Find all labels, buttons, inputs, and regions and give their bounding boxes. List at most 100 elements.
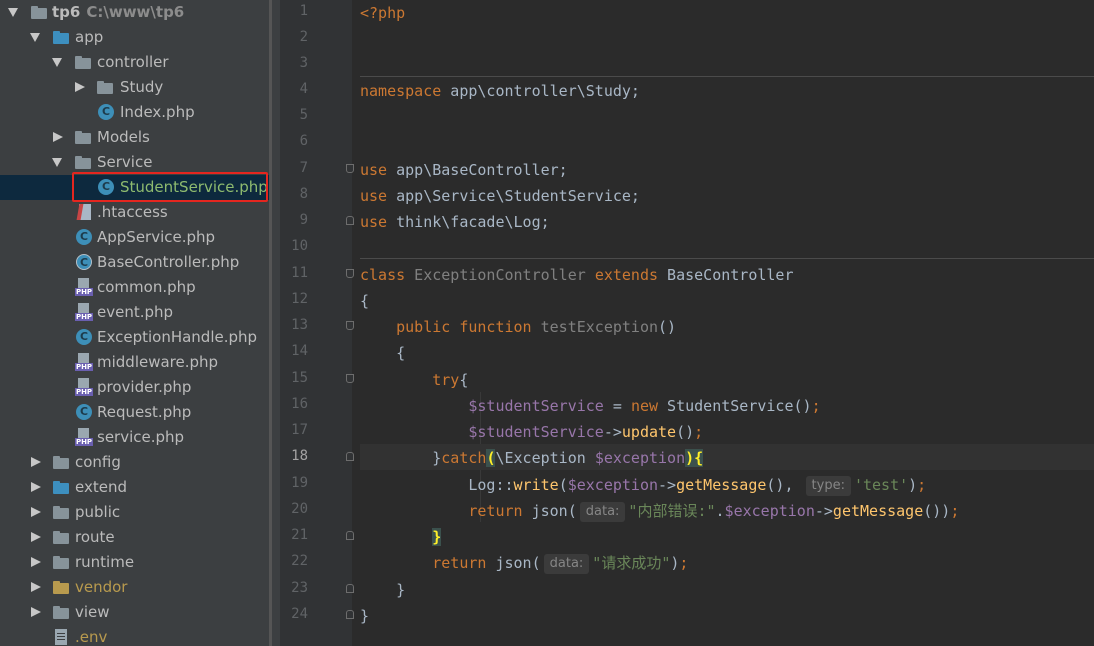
tree-item-common-php[interactable]: common.php	[0, 275, 272, 300]
chevron-right-icon[interactable]	[31, 582, 41, 592]
chevron-right-icon[interactable]	[53, 132, 63, 142]
tree-item-public[interactable]: public	[0, 500, 272, 525]
folder-icon	[52, 528, 70, 546]
tree-item-label: AppService.php	[97, 228, 216, 246]
code-text: app\BaseController;	[387, 161, 568, 179]
chevron-right-icon[interactable]	[31, 507, 41, 517]
tree-item-label: public	[75, 503, 121, 521]
code-line-4: namespace app\controller\Study;	[360, 78, 1094, 104]
chevron-down-icon[interactable]	[52, 58, 62, 67]
code-line-18: }catch(\Exception $exception){	[360, 445, 1094, 471]
code-line-21: }	[360, 524, 1094, 550]
tree-item-label: app	[75, 28, 104, 46]
method-call: getMessage	[676, 476, 767, 494]
line-number: 19	[291, 475, 308, 491]
line-number: 17	[291, 422, 308, 438]
fold-marker-icon[interactable]	[346, 374, 354, 383]
line-number: 24	[291, 606, 308, 622]
abstract-class-icon: C	[76, 254, 92, 270]
keyword: return	[468, 502, 523, 520]
tree-item-label: route	[75, 528, 115, 546]
chevron-right-icon[interactable]	[31, 482, 41, 492]
fold-marker-icon[interactable]	[346, 610, 354, 619]
chevron-right-icon[interactable]	[31, 532, 41, 542]
tree-item-extend[interactable]: extend	[0, 475, 272, 500]
keyword: public function	[396, 318, 532, 336]
chevron-down-icon[interactable]	[52, 158, 62, 167]
tree-item-controller[interactable]: controller	[0, 50, 272, 75]
code-line-9: use think\facade\Log;	[360, 209, 1094, 235]
tree-item-route[interactable]: route	[0, 525, 272, 550]
code-text: ->	[814, 502, 833, 520]
fold-marker-icon[interactable]	[346, 216, 354, 225]
chevron-down-icon[interactable]	[8, 8, 18, 17]
tree-item-study[interactable]: Study	[0, 75, 272, 100]
code-line-11: class ExceptionController extends BaseCo…	[360, 262, 1094, 288]
tree-item-app[interactable]: app	[0, 25, 272, 50]
tree-item-appservice-php[interactable]: C AppService.php	[0, 225, 272, 250]
tree-item-view[interactable]: view	[0, 600, 272, 625]
code-line-20: return json(data: "内部错误:".$exception->get…	[360, 498, 1094, 524]
php-file-icon	[75, 353, 93, 371]
tree-item-exceptionhandle-php[interactable]: C ExceptionHandle.php	[0, 325, 272, 350]
panel-scrollbar[interactable]	[272, 0, 280, 646]
chevron-right-icon[interactable]	[31, 457, 41, 467]
tree-item-event-php[interactable]: event.php	[0, 300, 272, 325]
code-line-17: $studentService->update();	[360, 419, 1094, 445]
tree-root-label: tp6	[52, 3, 81, 21]
tree-item-htaccess[interactable]: .htaccess	[0, 200, 272, 225]
line-number: 12	[291, 291, 308, 307]
chevron-right-icon[interactable]	[31, 607, 41, 617]
variable: $exception	[567, 476, 659, 494]
tree-item-runtime[interactable]: runtime	[0, 550, 272, 575]
code-line-12: {	[360, 288, 1094, 314]
fold-marker-icon[interactable]	[346, 321, 354, 330]
tree-item-label: Study	[120, 78, 164, 96]
matched-brace: {	[694, 449, 704, 467]
tree-item-index-php[interactable]: C Index.php	[0, 100, 272, 125]
tree-item-env[interactable]: .env	[0, 625, 272, 646]
tree-root-tp6[interactable]: tp6 C:\www\tp6	[0, 0, 272, 25]
chevron-right-icon[interactable]	[31, 557, 41, 567]
code-line-22: return json(data: "请求成功");	[360, 550, 1094, 576]
folder-icon	[52, 453, 70, 471]
fold-marker-icon[interactable]	[346, 269, 354, 278]
tree-item-label: Service	[97, 153, 153, 171]
fold-marker-icon[interactable]	[346, 584, 354, 593]
tree-item-label: ExceptionHandle.php	[97, 328, 258, 346]
fold-marker-icon[interactable]	[346, 531, 354, 540]
tree-item-provider-php[interactable]: provider.php	[0, 375, 272, 400]
tree-item-basecontroller-php[interactable]: C BaseController.php	[0, 250, 272, 275]
tree-item-middleware-php[interactable]: middleware.php	[0, 350, 272, 375]
code-text: ())	[923, 502, 951, 520]
code-text: StudentService()	[658, 397, 812, 415]
code-text: json(	[522, 502, 577, 520]
tree-item-label: extend	[75, 478, 127, 496]
string-literal: "请求成功"	[592, 554, 671, 572]
tree-item-label: runtime	[75, 553, 135, 571]
folder-icon	[52, 28, 70, 46]
folder-icon	[52, 578, 70, 596]
tree-item-request-php[interactable]: C Request.php	[0, 400, 272, 425]
chevron-right-icon[interactable]	[75, 82, 85, 92]
chevron-down-icon[interactable]	[30, 33, 40, 42]
tree-item-label: vendor	[75, 578, 128, 596]
folder-icon	[52, 553, 70, 571]
tree-item-service-php[interactable]: service.php	[0, 425, 272, 450]
tree-item-config[interactable]: config	[0, 450, 272, 475]
line-number: 8	[299, 186, 308, 202]
line-number: 20	[291, 501, 308, 517]
tree-item-models[interactable]: Models	[0, 125, 272, 150]
code-line-8: use app\Service\StudentService;	[360, 183, 1094, 209]
line-number: 7	[299, 160, 308, 176]
tree-item-label: controller	[97, 53, 169, 71]
code-editor[interactable]: 1 2 3 4 5 6 7 8 9 10 11 12 13 14 15 16 1…	[280, 0, 1094, 646]
code-area[interactable]: <?php namespace app\controller\Study; us…	[360, 0, 1094, 646]
variable: $studentService	[468, 397, 604, 415]
folder-icon	[96, 78, 114, 96]
line-number: 21	[291, 527, 308, 543]
fold-marker-icon[interactable]	[346, 164, 354, 173]
fold-marker-icon[interactable]	[346, 452, 354, 461]
php-file-icon	[75, 428, 93, 446]
tree-item-vendor[interactable]: vendor	[0, 575, 272, 600]
